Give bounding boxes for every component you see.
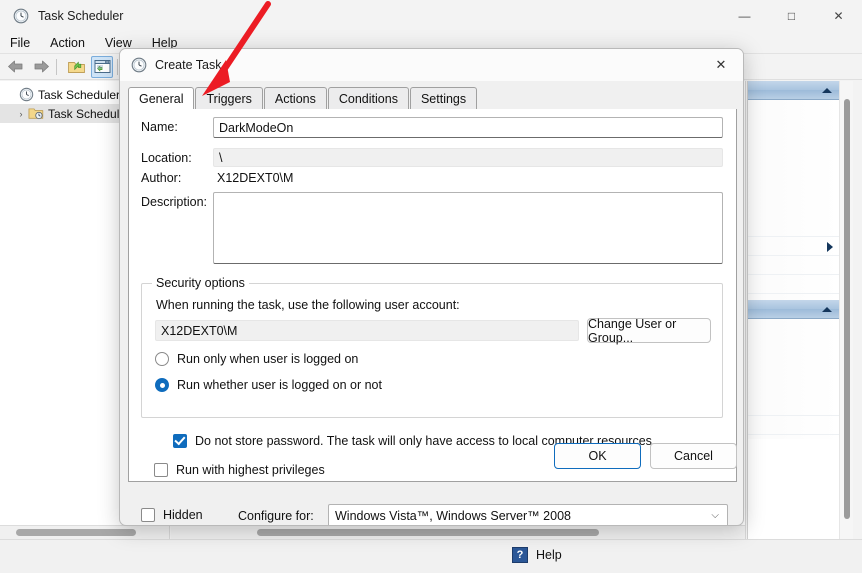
scrollbar-thumb[interactable]: [16, 529, 136, 536]
properties-window-icon[interactable]: [91, 55, 113, 78]
name-label: Name:: [141, 120, 178, 134]
action-item[interactable]: [748, 397, 840, 416]
actions-section-header-1[interactable]: [748, 81, 840, 100]
scrollbar-thumb-actions[interactable]: [844, 99, 850, 519]
dialog-title: Create Task: [155, 57, 222, 72]
clock-icon: [18, 87, 34, 103]
task-scheduler-window: Task Scheduler — □ ✕ File Action View He…: [0, 0, 862, 573]
checkbox-highest-privileges-label: Run with highest privileges: [176, 463, 325, 477]
author-value: X12DEXT0\M: [217, 171, 294, 185]
help-label: Help: [536, 548, 562, 562]
folder-clock-icon: [28, 106, 44, 122]
author-label: Author:: [141, 171, 182, 185]
location-field-row: Location:: [141, 151, 213, 165]
tree-expander-2[interactable]: ›: [14, 109, 28, 119]
checkbox-no-store-password[interactable]: [173, 434, 187, 448]
clock-icon: [12, 8, 29, 25]
minimize-button[interactable]: —: [721, 0, 768, 32]
action-item[interactable]: [748, 256, 840, 275]
description-textarea[interactable]: [213, 192, 723, 264]
window-title: Task Scheduler: [38, 9, 124, 23]
scrollbar-thumb-list[interactable]: [257, 529, 599, 536]
dialog-footer: OK Cancel: [120, 443, 743, 525]
dialog-close-button[interactable]: ✕: [699, 49, 743, 81]
chevron-up-icon: [822, 87, 832, 93]
chevron-right-icon: [827, 242, 833, 252]
actions-section-body-2: [748, 319, 840, 439]
account-prompt: When running the task, use the following…: [156, 298, 460, 312]
actions-section-body-1: [748, 100, 840, 300]
tree-horizontal-scrollbar[interactable]: [0, 525, 169, 539]
window-titlebar: Task Scheduler — □ ✕: [0, 0, 862, 32]
question-icon: ?: [512, 547, 528, 563]
list-horizontal-scrollbar[interactable]: [171, 525, 745, 539]
action-item[interactable]: [748, 416, 840, 435]
ok-button[interactable]: OK: [554, 443, 641, 469]
tab-general[interactable]: General: [128, 87, 195, 110]
action-item[interactable]: [748, 275, 840, 294]
radio-run-only-logged-on-row[interactable]: Run only when user is logged on: [155, 352, 358, 366]
name-input[interactable]: [213, 117, 723, 138]
security-options-title: Security options: [152, 276, 249, 290]
actions-pane: [747, 81, 853, 539]
toolbar-separator-2: [117, 58, 118, 75]
statusbar: ? Help: [0, 539, 862, 573]
action-item[interactable]: [748, 237, 840, 256]
close-button[interactable]: ✕: [815, 0, 862, 32]
author-field-row: Author:: [141, 171, 213, 185]
caption-buttons: — □ ✕: [721, 0, 862, 32]
help-menu-item[interactable]: ? Help: [512, 547, 562, 563]
forward-icon[interactable]: [30, 56, 52, 78]
description-field-row: Description:: [141, 195, 213, 209]
name-field-row: Name:: [141, 120, 213, 134]
radio-run-only-logged-on-label: Run only when user is logged on: [177, 352, 359, 366]
menu-file[interactable]: File: [0, 34, 40, 52]
dialog-tabstrip: General Triggers Actions Conditions Sett…: [128, 87, 737, 110]
checkbox-highest-privileges[interactable]: [154, 463, 168, 477]
account-value: X12DEXT0\M: [155, 320, 579, 341]
dialog-titlebar: Create Task ✕: [120, 49, 743, 81]
back-icon[interactable]: [4, 56, 26, 78]
checkbox-highest-privileges-row[interactable]: Run with highest privileges: [154, 463, 325, 477]
maximize-button[interactable]: □: [768, 0, 815, 32]
menu-action[interactable]: Action: [40, 34, 95, 52]
radio-run-whether-label: Run whether user is logged on or not: [177, 378, 382, 392]
radio-run-whether-logged-on[interactable]: [155, 378, 169, 392]
create-task-dialog: Create Task ✕ General Triggers Actions C…: [119, 48, 744, 526]
location-label: Location:: [141, 151, 192, 165]
tree-item-label-2: Task Schedule: [48, 106, 127, 121]
radio-run-whether-row[interactable]: Run whether user is logged on or not: [155, 378, 382, 392]
tab-triggers[interactable]: Triggers: [195, 87, 263, 109]
actions-vertical-scrollbar[interactable]: [839, 81, 853, 539]
toolbar-separator: [56, 58, 57, 75]
description-label: Description:: [141, 195, 207, 209]
cancel-button[interactable]: Cancel: [650, 443, 737, 469]
actions-section-header-2[interactable]: [748, 300, 840, 319]
radio-run-only-logged-on[interactable]: [155, 352, 169, 366]
open-folder-icon[interactable]: [65, 56, 87, 78]
security-options-group: Security options When running the task, …: [141, 276, 723, 418]
chevron-up-icon-2: [822, 306, 832, 312]
tab-settings[interactable]: Settings: [409, 87, 478, 109]
clock-icon: [130, 56, 147, 73]
tab-actions[interactable]: Actions: [263, 87, 327, 109]
action-item[interactable]: [748, 218, 840, 237]
location-value: \: [213, 148, 723, 167]
change-user-or-group-button[interactable]: Change User or Group...: [587, 317, 711, 345]
dialog-body-general: Name: Location: \ Author: X12DEXT0\M Des…: [128, 109, 737, 482]
tab-conditions[interactable]: Conditions: [327, 87, 409, 109]
